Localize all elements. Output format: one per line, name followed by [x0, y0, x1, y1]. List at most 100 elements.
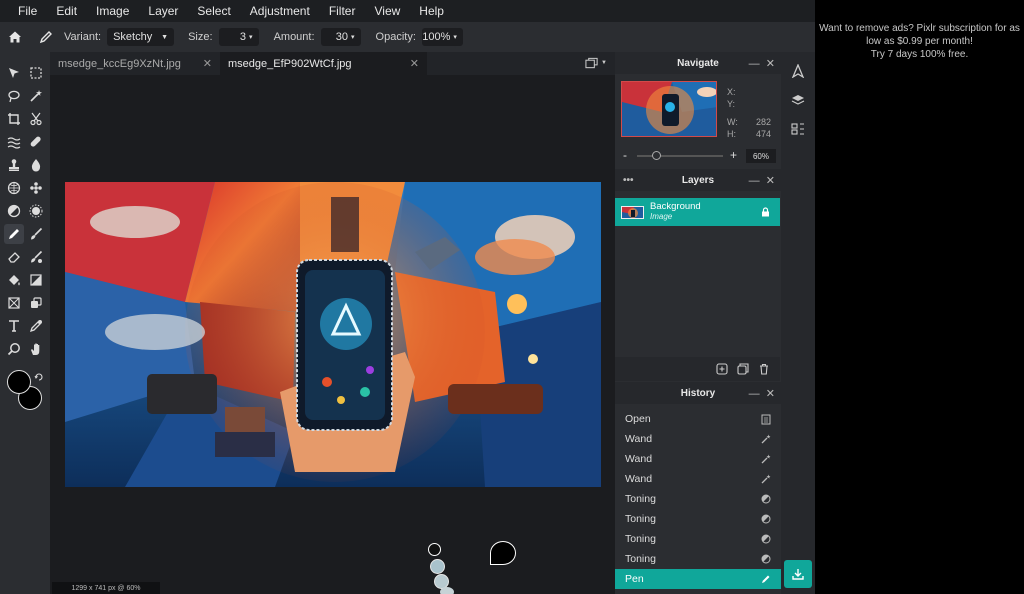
zoom-value-field[interactable]: 60% [746, 149, 776, 163]
magic-wand-tool-icon[interactable] [26, 86, 46, 106]
menu-select[interactable]: Select [197, 4, 230, 18]
amount-input[interactable]: 30 ▾ [320, 28, 361, 46]
color-replace-tool-icon[interactable] [26, 247, 46, 267]
minimize-icon[interactable]: — [749, 388, 760, 400]
chevron-down-icon: ▼ [161, 33, 169, 41]
panel-toggle-strip [781, 52, 815, 594]
menu-file[interactable]: File [18, 4, 37, 18]
gradient-tool-icon[interactable] [26, 270, 46, 290]
tab-document-2[interactable]: msedge_EfP902WtCf.jpg ✕ [220, 52, 427, 75]
delete-layer-icon[interactable] [758, 363, 770, 375]
lock-icon[interactable] [761, 207, 770, 217]
history-item-active[interactable]: Pen [615, 569, 781, 589]
variant-select[interactable]: Sketchy ▼ [107, 28, 175, 46]
history-item[interactable]: Toning [615, 509, 781, 529]
menu-filter[interactable]: Filter [329, 4, 356, 18]
canvas-area[interactable] [50, 75, 615, 594]
tab-document-1[interactable]: msedge_kccEg9XzNt.jpg ✕ [50, 52, 220, 75]
close-tab-icon[interactable]: ✕ [203, 57, 212, 70]
shape-tool-icon[interactable] [4, 293, 24, 313]
fill-tool-icon[interactable] [4, 270, 24, 290]
clone-stamp-tool-icon[interactable] [4, 155, 24, 175]
adjustments-panel-icon[interactable] [791, 122, 805, 136]
pen-tool-button-icon[interactable] [4, 224, 24, 244]
history-label: Wand [625, 453, 653, 465]
crop-tool-icon[interactable] [4, 109, 24, 129]
cutout-tool-icon[interactable] [26, 109, 46, 129]
zoom-slider[interactable] [637, 151, 723, 160]
window-arrange-icon[interactable]: ▼ [585, 56, 607, 70]
text-tool-icon[interactable] [4, 316, 24, 336]
menu-help[interactable]: Help [419, 4, 444, 18]
eyedropper-tool-icon[interactable] [26, 316, 46, 336]
marquee-tool-icon[interactable] [26, 63, 46, 83]
history-item[interactable]: Wand [615, 449, 781, 469]
document-tabs: msedge_kccEg9XzNt.jpg ✕ msedge_EfP902WtC… [50, 52, 615, 75]
smudge-tool-icon[interactable] [26, 201, 46, 221]
size-label: Size: [188, 31, 213, 43]
sponge-tool-icon[interactable] [4, 178, 24, 198]
status-bar: 1299 x 741 px @ 60% [52, 582, 160, 594]
more-options-icon[interactable]: ••• [623, 175, 634, 186]
swap-colors-icon[interactable] [34, 372, 44, 382]
layer-row[interactable]: Background Image [615, 198, 780, 226]
zoom-in-button[interactable]: + [730, 148, 737, 162]
history-item[interactable]: Toning [615, 489, 781, 509]
menu-layer[interactable]: Layer [148, 4, 178, 18]
liquify-tool-icon[interactable] [4, 132, 24, 152]
navigate-dimensions: W: 282 H: 474 [727, 116, 771, 140]
advertisement-panel[interactable]: Want to remove ads? Pixlr subscription f… [815, 0, 1024, 594]
duplicate-layer-icon[interactable] [737, 363, 749, 375]
panel-title: Layers [681, 174, 715, 186]
menu-image[interactable]: Image [96, 4, 129, 18]
arrange-tool-icon[interactable] [4, 63, 24, 83]
dodge-burn-tool-icon[interactable] [4, 201, 24, 221]
history-item[interactable]: Wand [615, 469, 781, 489]
lasso-tool-icon[interactable] [4, 86, 24, 106]
close-icon[interactable]: ✕ [766, 388, 775, 400]
history-label: Toning [625, 493, 656, 505]
foreground-color-swatch[interactable] [7, 370, 31, 394]
navigate-header: Navigate — ✕ [615, 52, 781, 74]
minimize-icon[interactable]: — [749, 58, 760, 70]
zoom-slider-handle[interactable] [651, 151, 661, 160]
sticker-tool-icon[interactable] [26, 293, 46, 313]
minimize-icon[interactable]: — [749, 175, 760, 187]
pixelate-tool-icon[interactable] [26, 178, 46, 198]
add-layer-icon[interactable] [716, 363, 728, 375]
close-icon[interactable]: ✕ [766, 58, 775, 70]
pen-icon [761, 574, 771, 584]
menu-edit[interactable]: Edit [56, 4, 77, 18]
document-image[interactable] [65, 182, 601, 487]
save-download-button[interactable] [784, 560, 812, 588]
layer-type: Image [650, 212, 673, 221]
menu-adjustment[interactable]: Adjustment [250, 4, 310, 18]
home-icon[interactable] [7, 29, 23, 45]
layers-panel-icon[interactable] [791, 93, 805, 107]
heal-tool-icon[interactable] [26, 132, 46, 152]
navigator-thumbnail[interactable] [621, 81, 717, 137]
close-icon[interactable]: ✕ [766, 175, 775, 187]
opacity-input[interactable]: 100% ▾ [421, 28, 463, 46]
pixlr-editor-window: File Edit Image Layer Select Adjustment … [0, 0, 815, 594]
navigate-panel: Navigate — ✕ X: Y: W: 282 H: 474 - + 60% [615, 52, 781, 168]
history-item[interactable]: Toning [615, 529, 781, 549]
hand-tool-icon[interactable] [26, 339, 46, 359]
zoom-out-button[interactable]: - [623, 148, 627, 162]
pen-point-marker [440, 587, 454, 594]
brush-tool-icon[interactable] [26, 224, 46, 244]
navigate-panel-icon[interactable] [791, 64, 805, 78]
size-input[interactable]: 3 ▾ [218, 28, 259, 46]
menu-view[interactable]: View [374, 4, 400, 18]
history-item[interactable]: Wand [615, 429, 781, 449]
close-tab-icon[interactable]: ✕ [410, 57, 419, 70]
eraser-tool-icon[interactable] [4, 247, 24, 267]
blur-tool-icon[interactable] [26, 155, 46, 175]
toning-icon [761, 514, 771, 524]
tools-panel [0, 52, 50, 594]
history-item[interactable]: Open [615, 409, 781, 429]
variant-value: Sketchy [113, 31, 153, 43]
zoom-tool-icon[interactable] [4, 339, 24, 359]
pen-point-marker [430, 559, 445, 574]
history-item[interactable]: Toning [615, 549, 781, 569]
